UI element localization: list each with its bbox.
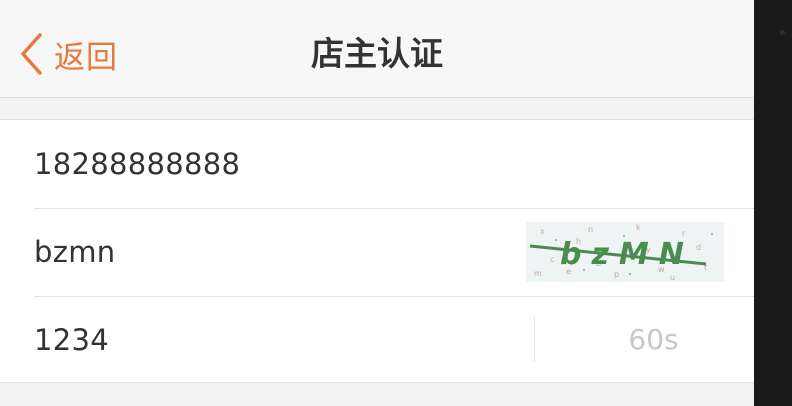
svg-text:n: n [588,225,593,234]
screen-edge [754,0,792,406]
phone-input[interactable]: 18288888888 [34,120,240,208]
verification-form: 18288888888 bzmn xen pkw rtc byd hum bzM… [0,119,754,383]
page-title: 店主认证 [311,34,443,73]
svg-text:k: k [636,223,641,232]
captcha-image[interactable]: xen pkw rtc byd hum bzMN [526,222,724,282]
sms-countdown-button[interactable]: 60s [535,296,754,383]
svg-text:x: x [540,227,545,236]
svg-text:m: m [534,269,542,278]
sms-code-input[interactable]: 1234 [34,296,109,383]
navigation-bar: 返回 店主认证 [0,0,754,98]
captcha-text: bzMN [560,237,694,272]
edge-dot [780,30,785,35]
svg-text:u: u [670,273,675,282]
captcha-row: bzmn xen pkw rtc byd hum bzMN [34,208,754,297]
phone-screen: 返回 店主认证 18288888888 bzmn xen pkw rtc byd… [0,0,754,406]
phone-row: 18288888888 [34,120,754,209]
svg-text:c: c [550,255,554,264]
svg-text:d: d [696,243,701,252]
captcha-input[interactable]: bzmn [34,208,115,296]
sms-code-row: 1234 60s [34,296,754,383]
